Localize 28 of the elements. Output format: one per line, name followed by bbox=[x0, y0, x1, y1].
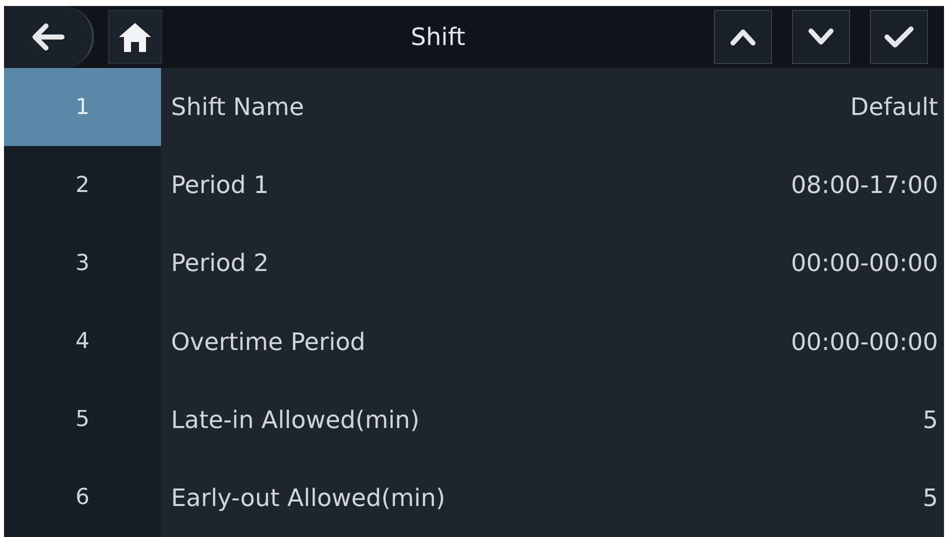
setting-label: Shift Name bbox=[171, 92, 304, 124]
row-number-cell[interactable]: 6 bbox=[4, 458, 161, 537]
home-icon bbox=[118, 21, 152, 53]
setting-label: Early-out Allowed(min) bbox=[171, 482, 446, 514]
setting-label: Overtime Period bbox=[171, 326, 366, 358]
setting-value: Default bbox=[850, 92, 939, 124]
scroll-down-button[interactable] bbox=[792, 10, 850, 64]
row-number-cell[interactable]: 3 bbox=[4, 224, 161, 303]
setting-label: Period 2 bbox=[171, 248, 269, 280]
setting-value: 5 bbox=[922, 404, 939, 436]
back-arrow-icon bbox=[31, 23, 65, 51]
back-button[interactable] bbox=[4, 6, 94, 68]
chevron-up-icon bbox=[730, 28, 756, 46]
setting-value: 00:00-00:00 bbox=[791, 248, 939, 280]
home-button[interactable] bbox=[108, 10, 162, 64]
setting-value: 00:00-00:00 bbox=[791, 326, 939, 358]
confirm-button[interactable] bbox=[870, 10, 928, 64]
setting-label: Late-in Allowed(min) bbox=[171, 404, 420, 436]
scroll-up-button[interactable] bbox=[714, 10, 772, 64]
check-icon bbox=[884, 26, 914, 48]
chevron-down-icon bbox=[808, 28, 834, 46]
setting-value: 08:00-17:00 bbox=[791, 170, 939, 202]
row-number-cell[interactable]: 5 bbox=[4, 380, 161, 459]
screen-title: Shift bbox=[410, 22, 466, 53]
setting-value: 5 bbox=[922, 482, 939, 514]
setting-label: Period 1 bbox=[171, 170, 269, 202]
row-number-cell[interactable]: 4 bbox=[4, 302, 161, 381]
row-number-cell[interactable]: 2 bbox=[4, 146, 161, 224]
